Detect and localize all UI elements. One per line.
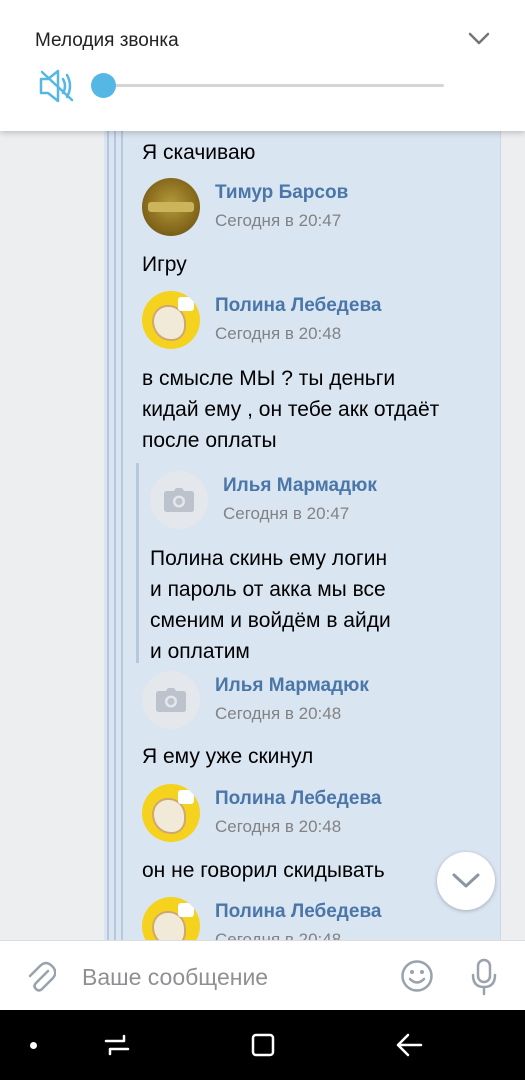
recent-apps-icon[interactable]: [104, 1032, 130, 1063]
message-time: Сегодня в 20:47: [223, 504, 350, 523]
message-time: Сегодня в 20:48: [215, 704, 342, 723]
author-name[interactable]: Илья Мармадюк: [215, 675, 369, 697]
message-author[interactable]: Илья Мармадюк Сегодня в 20:47: [150, 471, 490, 531]
speaker-muted-icon[interactable]: [38, 68, 78, 109]
avatar[interactable]: [142, 784, 200, 842]
message-composer: [0, 940, 525, 1010]
microphone-icon[interactable]: [470, 958, 498, 1001]
paperclip-icon[interactable]: [26, 959, 57, 1000]
message-time: Сегодня в 20:48: [215, 324, 342, 343]
avatar[interactable]: [142, 897, 200, 940]
message-author[interactable]: Полина Лебедева Сегодня в 20:48: [142, 291, 482, 351]
back-icon[interactable]: [395, 1032, 423, 1063]
scroll-down-button[interactable]: [437, 852, 495, 910]
camera-icon[interactable]: [150, 471, 208, 529]
volume-slider-track[interactable]: [102, 84, 444, 87]
author-name[interactable]: Полина Лебедева: [215, 901, 381, 923]
volume-slider-thumb[interactable]: [91, 73, 116, 98]
message-text: Игру: [142, 253, 187, 276]
message-author[interactable]: Тимур Барсов Сегодня в 20:47: [142, 178, 482, 238]
avatar[interactable]: [142, 291, 200, 349]
message-text: Я ему уже скинул: [142, 745, 314, 768]
volume-panel: Мелодия звонка: [0, 0, 525, 131]
smiley-icon[interactable]: [400, 959, 434, 998]
message-time: Сегодня в 20:47: [215, 211, 342, 230]
message-author[interactable]: Полина Лебедева Сегодня в 20:48: [142, 784, 482, 844]
avatar[interactable]: [142, 178, 200, 236]
dot-icon[interactable]: [30, 1042, 37, 1049]
message-author[interactable]: Илья Мармадюк Сегодня в 20:48: [142, 671, 482, 731]
author-name[interactable]: Полина Лебедева: [215, 295, 381, 317]
message-input[interactable]: [82, 958, 382, 996]
forward-indent-lines: [104, 120, 124, 940]
volume-panel-title: Мелодия звонка: [35, 30, 179, 51]
chat-history[interactable]: Я скачиваю Тимур Барсов Сегодня в 20:47 …: [0, 0, 525, 940]
message-text: он не говорил скидывать: [142, 859, 385, 882]
author-name[interactable]: Полина Лебедева: [215, 788, 381, 810]
message-time: Сегодня в 20:48: [215, 817, 342, 836]
camera-icon[interactable]: [142, 671, 200, 729]
message-time: Сегодня в 20:48: [215, 930, 342, 940]
chevron-down-icon[interactable]: [466, 26, 492, 57]
nested-indent-line: [136, 463, 139, 663]
nested-forwarded-message: Илья Мармадюк Сегодня в 20:47 Полина ски…: [136, 463, 496, 663]
message-text: Полина скинь ему логин и пароль от акка …: [150, 547, 391, 663]
author-name[interactable]: Тимур Барсов: [215, 182, 348, 204]
home-icon[interactable]: [250, 1032, 276, 1063]
system-navigation-bar: [0, 1010, 525, 1080]
message-text: Я скачиваю: [142, 141, 256, 164]
message-text: в смысле МЫ ? ты деньги кидай ему , он т…: [142, 367, 440, 452]
message-author[interactable]: Полина Лебедева Сегодня в 20:48: [142, 897, 482, 940]
author-name[interactable]: Илья Мармадюк: [223, 475, 377, 497]
chevron-down-icon: [452, 873, 480, 888]
